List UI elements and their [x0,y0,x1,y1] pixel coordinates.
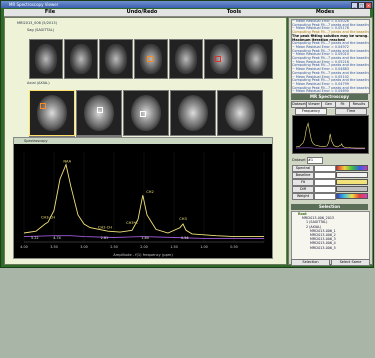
dataset-label: Dataset [292,158,306,162]
menu-modes[interactable]: Modes [280,9,370,16]
baseline-value-field[interactable] [314,172,336,179]
menu-tools[interactable]: Tools [188,9,280,16]
sagittal-thumbnail[interactable] [204,39,238,79]
axial-thumbnail[interactable] [217,90,263,136]
mrs-panel-title: MR Spectroscopy [291,94,368,100]
peak-value-label: 1.60 [141,236,149,240]
fit-value-field[interactable] [314,179,336,186]
x-tick-label: 3.50 [50,245,58,249]
selection-item[interactable]: MRI2013-006_5 [292,246,369,250]
maximize-button[interactable]: □ [358,2,365,9]
spectrum-plot[interactable]: NAA CH3-CH CH2-CH CH3*C CH2 CH3 5.22 4.74 2.81 1.… [14,144,272,258]
series-axial-node[interactable]: Axial (AXIAL) [27,81,50,85]
x-tick-label: 0.50 [230,245,238,249]
tab-dataset[interactable]: Dataset [291,101,307,108]
window-title: MR Spectroscopy Viewer [9,2,59,7]
x-tick-label: 3.00 [80,245,88,249]
x-tick-label: 4.00 [20,245,28,249]
spectral-color-swatch[interactable] [336,165,368,171]
peak-annotation: CH2 [146,190,154,194]
x-tick-label: 2.00 [140,245,148,249]
close-button[interactable]: × [365,2,372,9]
row-weight-button[interactable]: Weight [292,193,314,200]
peak-annotation: CH3*C [126,221,138,225]
axial-thumbnail[interactable] [29,90,75,136]
peak-annotation: CH3-CH [41,215,55,219]
tab-gen[interactable]: Gen [321,101,336,108]
row-baseline-button[interactable]: Baseline [292,172,314,179]
row-spectral-button[interactable]: Spectral [292,165,314,172]
x-axis-label: Amplitude - f(1) frequency (ppm) [113,253,173,257]
menu-bar: File Undo/Redo Tools Modes [4,9,370,17]
peak-value-label: 4.74 [53,236,61,240]
sagittal-thumbnail[interactable] [29,39,63,79]
x-tick-label: 2.50 [110,245,118,249]
x-tick-label: 1.00 [200,245,208,249]
row-fit-button[interactable]: Fit [292,179,314,186]
sagittal-thumbnail[interactable] [169,39,203,79]
peak-value-label: 5.22 [31,236,39,240]
sagittal-thumbnail[interactable] [134,39,168,79]
fit-series-line [295,122,365,149]
peak-annotation: NAA [63,160,71,164]
diff-value-field[interactable] [314,186,336,193]
mini-spectrum-preview [292,115,369,154]
right-pane: ~ Mean Residual Error = 0.05026 Computing… [288,17,373,266]
peak-value-label: 2.81 [101,236,109,240]
tab-viewer[interactable]: Viewer [306,101,322,108]
row-diff-button[interactable]: Diff [292,186,314,193]
menu-file[interactable]: File [4,9,96,16]
spectrum-window[interactable]: Spectroscopy NAA CH3-CH CH2-CH CH3*C CH2 CH3 5… [13,137,273,259]
minimize-button[interactable]: _ [351,2,358,9]
selection-tree[interactable]: Root MRI2013-006_2013 1 (SAGITTAL) 2 (AX… [291,211,370,260]
mrs-tabs: Dataset Viewer Gen Fit Results [291,101,369,108]
sagittal-thumbnail[interactable] [239,39,273,79]
sagittal-thumbnail[interactable] [64,39,98,79]
spectral-value-field[interactable] [314,165,336,172]
app-window: MR Spectroscopy Viewer _ □ × File Undo/R… [0,0,374,268]
x-tick-label: 1.50 [170,245,178,249]
selection-title: Selection [291,204,368,210]
peak-annotation: CH2-CH [98,225,112,229]
tab-results[interactable]: Results [349,101,369,108]
diff-color-swatch[interactable] [336,186,368,192]
weight-color-swatch[interactable] [336,193,368,199]
peak-value-label: 0.56 [181,236,189,240]
series-sagittal-node[interactable]: Sag (SAGITTAL) [27,28,54,32]
menu-undo-redo[interactable]: Undo/Redo [96,9,188,16]
axial-thumbnail[interactable] [170,90,216,136]
select-same-button[interactable]: Select Same [331,259,370,266]
dataset-select[interactable]: #1 [307,157,323,164]
peak-annotation: CH3 [179,217,187,221]
selection-button[interactable]: Selection [291,259,330,266]
study-node[interactable]: MRI2013_006 (5/2013) [17,21,57,25]
fit-color-swatch[interactable] [336,179,368,185]
title-bar: MR Spectroscopy Viewer _ □ × [1,1,373,9]
baseline-color-swatch[interactable] [336,172,368,178]
axial-thumbnail[interactable] [123,90,169,136]
subtab-time[interactable]: Time [335,108,367,115]
axial-thumbnail[interactable] [76,90,122,136]
subtab-frequency[interactable]: Frequency [295,108,327,115]
plot-grid [23,152,265,242]
console-log: ~ Mean Residual Error = 0.05026 Computing… [291,19,370,94]
sagittal-thumbnail[interactable] [99,39,133,79]
tab-fit[interactable]: Fit [335,101,350,108]
weight-value-field[interactable] [314,193,336,200]
